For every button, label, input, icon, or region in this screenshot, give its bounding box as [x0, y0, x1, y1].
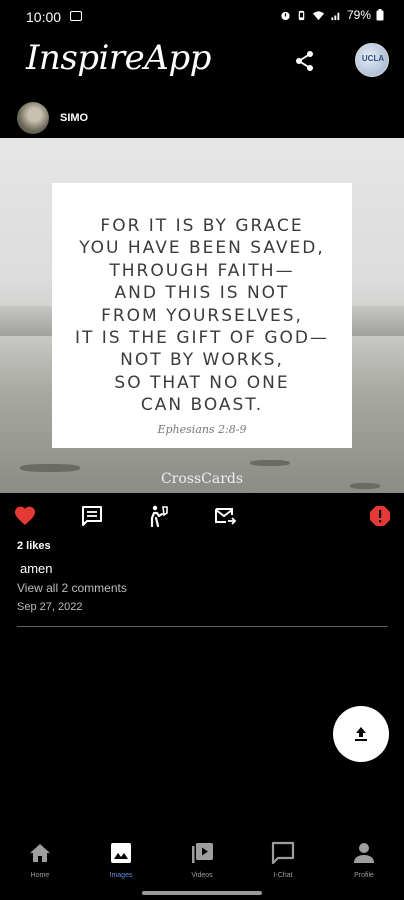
chat-icon	[271, 841, 295, 865]
nav-videos-label: Videos	[191, 872, 213, 879]
post-date: Sep 27, 2022	[17, 601, 83, 613]
post-header: SIMO	[0, 100, 404, 138]
home-icon	[30, 844, 50, 862]
upload-icon	[355, 727, 367, 741]
pray-button[interactable]	[147, 504, 171, 528]
wifi-icon	[312, 10, 324, 20]
nav-profile[interactable]: Profile	[324, 840, 404, 879]
comment-text: amen	[20, 561, 53, 576]
report-button[interactable]	[368, 504, 392, 528]
profile-avatar-button[interactable]: UCLA	[355, 43, 389, 77]
user-avatar[interactable]	[17, 102, 49, 134]
image-watermark: CrossCards	[160, 471, 244, 487]
post-image[interactable]: FOR IT IS BY GRACE YOU HAVE BEEN SAVED, …	[0, 138, 404, 493]
like-button[interactable]	[13, 504, 37, 528]
nav-videos[interactable]: Videos	[162, 840, 242, 879]
nav-home[interactable]: Home	[0, 840, 80, 879]
status-icons: 79%	[280, 8, 384, 22]
status-time: 10:00	[26, 9, 62, 25]
upload-button[interactable]	[333, 706, 389, 762]
comment-icon	[82, 506, 102, 526]
nav-ichat-label: I-Chat	[273, 872, 293, 879]
signal-icon	[331, 12, 340, 20]
home-indicator[interactable]	[142, 891, 262, 895]
pray-icon	[150, 505, 168, 528]
status-bar: 10:00 79%	[0, 0, 404, 34]
nav-home-label: Home	[30, 872, 50, 879]
post-actions	[0, 500, 404, 534]
heart-icon	[15, 506, 35, 525]
app-header: InspireApp UCLA	[0, 34, 404, 90]
share-button[interactable]	[292, 48, 318, 74]
verse-reference: Ephesians 2:8-9	[157, 423, 247, 436]
vibrate-icon	[298, 10, 305, 20]
battery-percent: 79%	[346, 8, 371, 22]
comment-button[interactable]	[80, 504, 104, 528]
image-icon	[111, 843, 131, 863]
message-button[interactable]	[213, 504, 237, 528]
gallery-notification-icon	[70, 11, 82, 21]
divider	[17, 626, 388, 627]
verse-card: FOR IT IS BY GRACE YOU HAVE BEEN SAVED, …	[52, 183, 352, 448]
share-icon	[296, 51, 313, 71]
nav-images[interactable]: Images	[81, 840, 161, 879]
video-library-icon	[192, 843, 213, 863]
verse-text: FOR IT IS BY GRACE YOU HAVE BEEN SAVED, …	[75, 216, 329, 416]
nav-images-label: Images	[109, 872, 133, 879]
person-icon	[354, 843, 374, 863]
rock-shape	[250, 460, 290, 466]
likes-count[interactable]: 2 likes	[17, 540, 51, 552]
post-username[interactable]: SIMO	[60, 112, 88, 124]
app-logo: InspireApp	[26, 38, 211, 78]
avatar-text: UCLA	[361, 54, 385, 63]
nav-profile-label: Profile	[354, 872, 374, 879]
battery-icon	[376, 9, 384, 21]
mail-forward-icon	[215, 508, 237, 525]
nav-ichat[interactable]: I-Chat	[243, 840, 323, 879]
report-icon	[370, 506, 390, 526]
view-comments-link[interactable]: View all 2 comments	[17, 581, 127, 595]
alarm-icon	[281, 11, 290, 20]
